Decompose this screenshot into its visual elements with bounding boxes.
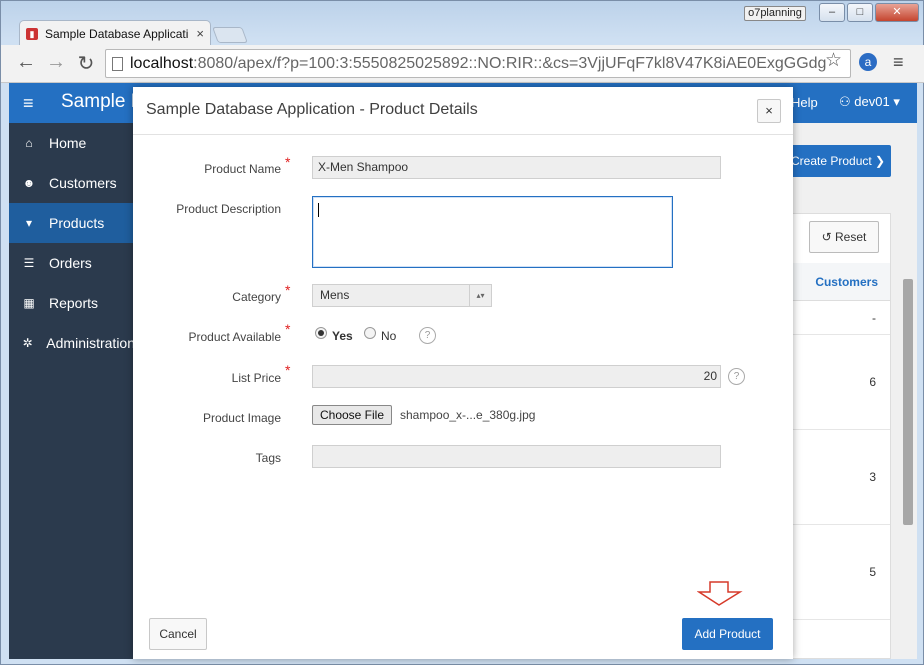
minimize-button[interactable]: – xyxy=(819,3,845,22)
required-mark: * xyxy=(285,362,291,378)
required-mark: * xyxy=(285,321,291,337)
sidebar-item-products[interactable]: ▾ Products xyxy=(9,203,135,243)
required-mark: * xyxy=(285,282,291,298)
choose-file-button[interactable]: Choose File xyxy=(312,405,392,425)
table-icon: ▦ xyxy=(23,296,35,310)
tab-close-icon[interactable]: × xyxy=(196,26,204,41)
maximize-button[interactable]: □ xyxy=(847,3,873,22)
back-icon[interactable]: ← xyxy=(13,51,39,74)
help-icon[interactable]: ? xyxy=(419,327,436,344)
reload-icon[interactable]: ↻ xyxy=(73,51,99,76)
users-icon: ☻ xyxy=(22,176,36,190)
list-price-label: List Price xyxy=(231,371,281,385)
list-price-input[interactable]: 20 xyxy=(312,365,721,388)
sidebar-item-orders[interactable]: ☰ Orders xyxy=(9,243,135,283)
hamburger-icon[interactable]: ≡ xyxy=(23,93,34,114)
url-path: :8080/apex/f?p=100:3:5550825025892::NO:R… xyxy=(193,55,827,72)
dialog-header: Sample Database Application - Product De… xyxy=(133,87,793,135)
available-yes-radio[interactable] xyxy=(315,327,327,339)
category-select[interactable]: Mens ▴▾ xyxy=(312,284,492,307)
tags-input[interactable] xyxy=(312,445,721,468)
sidebar-item-label: Home xyxy=(49,135,87,151)
reset-label: Reset xyxy=(835,230,867,244)
sidebar-item-home[interactable]: ⌂ Home xyxy=(9,123,135,163)
gear-icon: ✲ xyxy=(22,336,33,350)
profile-badge[interactable]: o7planning xyxy=(744,6,806,21)
browser-tab[interactable]: ▮ Sample Database Applicati × xyxy=(19,20,211,46)
available-no-radio[interactable] xyxy=(364,327,376,339)
sidebar-item-label: Customers xyxy=(49,175,117,191)
browser-window: ▮ Sample Database Applicati × o7planning… xyxy=(0,0,924,665)
product-description-textarea[interactable] xyxy=(312,196,673,268)
bookmark-star-icon[interactable]: ☆ xyxy=(825,49,842,72)
product-name-label: Product Name xyxy=(204,162,281,176)
selected-file-name: shampoo_x-...e_380g.jpg xyxy=(400,408,536,422)
user-name: dev01 ▾ xyxy=(854,94,900,109)
page-favicon-icon: ▮ xyxy=(26,27,38,40)
product-details-dialog: Sample Database Application - Product De… xyxy=(133,87,793,659)
cart-icon: ▾ xyxy=(25,216,33,230)
url-host: localhost xyxy=(130,55,194,72)
browser-toolbar: ← → ↻ localhost:8080/apex/f?p=100:3:5550… xyxy=(1,45,924,83)
sidebar-item-administration[interactable]: ✲ Administration xyxy=(9,323,135,363)
new-tab-button[interactable] xyxy=(212,27,248,43)
sidebar-item-label: Orders xyxy=(49,255,92,271)
tab-strip: ▮ Sample Database Applicati × o7planning… xyxy=(1,1,924,46)
select-arrows-icon: ▴▾ xyxy=(469,285,491,306)
product-image-label: Product Image xyxy=(202,411,281,425)
browser-menu-icon[interactable]: ≡ xyxy=(893,52,904,73)
app-name[interactable]: Sample D xyxy=(61,91,144,113)
address-bar[interactable]: localhost:8080/apex/f?p=100:3:5550825025… xyxy=(105,49,851,78)
dialog-title: Sample Database Application - Product De… xyxy=(146,101,478,118)
sidebar-item-customers[interactable]: ☻ Customers xyxy=(9,163,135,203)
reset-button[interactable]: ↺ Reset xyxy=(809,221,879,253)
page-info-icon xyxy=(112,57,123,71)
available-yes-label[interactable]: Yes xyxy=(332,329,353,343)
add-product-button[interactable]: Add Product xyxy=(682,618,773,650)
cancel-button[interactable]: Cancel xyxy=(149,618,207,650)
home-icon: ⌂ xyxy=(25,136,33,150)
user-menu[interactable]: ⚇ dev01 ▾ xyxy=(839,94,900,110)
list-icon: ☰ xyxy=(23,256,35,270)
user-icon: ⚇ xyxy=(839,94,855,109)
help-icon[interactable]: ? xyxy=(728,368,745,385)
create-product-button[interactable]: Create Product ❯ xyxy=(781,145,891,177)
window-close-button[interactable]: ✕ xyxy=(875,3,919,22)
sidebar-item-label: Products xyxy=(49,215,105,231)
category-value: Mens xyxy=(320,288,350,302)
sidebar-item-label: Administration xyxy=(46,335,135,351)
text-caret xyxy=(318,203,319,217)
product-name-input[interactable]: X-Men Shampoo xyxy=(312,156,721,179)
undo-icon: ↺ xyxy=(821,230,836,244)
help-link[interactable]: Help xyxy=(791,95,818,110)
sidebar-item-label: Reports xyxy=(49,295,99,311)
tab-title: Sample Database Applicati xyxy=(45,26,189,41)
tags-label: Tags xyxy=(255,451,281,465)
down-arrow-annotation-icon xyxy=(697,581,743,606)
forward-icon[interactable]: → xyxy=(43,51,69,74)
required-mark: * xyxy=(285,154,291,170)
product-description-label: Product Description xyxy=(176,202,281,216)
page-scrollbar[interactable] xyxy=(903,279,913,525)
extension-icon[interactable]: a xyxy=(859,53,877,71)
available-no-label[interactable]: No xyxy=(381,329,396,343)
sidebar-item-reports[interactable]: ▦ Reports xyxy=(9,283,135,323)
category-label: Category xyxy=(232,290,281,304)
sidebar: ⌂ Home ☻ Customers ▾ Products ☰ Orders ▦ Repo… xyxy=(9,123,135,659)
product-available-label: Product Available xyxy=(188,330,281,344)
dialog-close-button[interactable]: × xyxy=(757,99,781,123)
